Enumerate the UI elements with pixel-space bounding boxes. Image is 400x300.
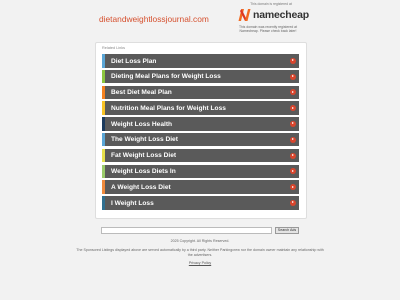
related-link-row[interactable]: A Weight Loss Diet (102, 180, 299, 194)
link-color-stripe (102, 69, 105, 84)
related-links-panel: Related Links Diet Loss Plan Dieting Meal… (95, 42, 307, 219)
link-color-stripe (102, 101, 105, 115)
link-color-stripe (102, 196, 105, 210)
related-link-label: Fat Weight Loss Diet (111, 152, 177, 160)
related-link-row[interactable]: Nutrition Meal Plans for Weight Loss (102, 101, 299, 115)
related-link-row[interactable]: Weight Loss Diets In (102, 164, 299, 179)
related-links-title: Related Links (102, 46, 126, 50)
link-color-stripe (102, 132, 105, 147)
parked-domain-page: dietandweightlossjournal.com This domain… (0, 0, 400, 300)
search-ads-button[interactable]: Search Ads (275, 227, 299, 234)
link-color-stripe (102, 117, 105, 131)
namecheap-n-icon (238, 9, 251, 21)
related-link-row[interactable]: I Weight Loss (102, 196, 299, 210)
related-link-label: Diet Loss Plan (111, 57, 157, 65)
arrow-right-icon (290, 168, 296, 175)
disclaimer-text: The Sponsored Listings displayed above a… (76, 248, 324, 257)
related-link-label: Best Diet Meal Plan (111, 89, 172, 97)
related-link-row[interactable]: Fat Weight Loss Diet (102, 148, 299, 163)
link-color-stripe (102, 164, 105, 179)
domain-title[interactable]: dietandweightlossjournal.com (99, 14, 209, 24)
link-color-stripe (102, 180, 105, 194)
related-link-row[interactable]: Weight Loss Health (102, 117, 299, 131)
related-link-label: The Weight Loss Diet (111, 136, 178, 144)
header: dietandweightlossjournal.com This domain… (0, 0, 400, 38)
privacy-policy-link[interactable]: Privacy Policy (0, 261, 400, 265)
registrar-top-text: This domain is registered at (250, 2, 292, 6)
arrow-right-icon (290, 73, 296, 80)
arrow-right-icon (290, 184, 296, 191)
copyright-text: 2025 Copyright. All Rights Reserved. (170, 239, 230, 243)
arrow-right-icon (290, 105, 296, 112)
link-color-stripe (102, 85, 105, 100)
related-link-label: Dieting Meal Plans for Weight Loss (111, 73, 221, 81)
related-link-label: Nutrition Meal Plans for Weight Loss (111, 104, 226, 112)
arrow-right-icon (290, 136, 296, 143)
related-link-row[interactable]: Dieting Meal Plans for Weight Loss (102, 69, 299, 84)
arrow-right-icon (290, 89, 296, 96)
related-link-label: I Weight Loss (111, 199, 154, 207)
related-links-list: Diet Loss Plan Dieting Meal Plans for Wei… (102, 54, 299, 212)
arrow-right-icon (290, 57, 296, 64)
related-link-row[interactable]: The Weight Loss Diet (102, 132, 299, 147)
related-link-label: Weight Loss Diets In (111, 168, 176, 176)
related-link-row[interactable]: Best Diet Meal Plan (102, 85, 299, 100)
registrar-name: namecheap (253, 9, 309, 21)
registrar-sub-text: This domain was recently registered at N… (238, 25, 298, 34)
arrow-right-icon (290, 199, 296, 206)
related-link-label: A Weight Loss Diet (111, 183, 171, 191)
search-input[interactable] (101, 227, 272, 234)
link-color-stripe (102, 148, 105, 163)
namecheap-logo[interactable]: namecheap (238, 8, 309, 22)
link-color-stripe (102, 54, 105, 68)
arrow-right-icon (290, 120, 296, 127)
related-link-row[interactable]: Diet Loss Plan (102, 54, 299, 68)
related-link-label: Weight Loss Health (111, 120, 173, 128)
arrow-right-icon (290, 152, 296, 159)
